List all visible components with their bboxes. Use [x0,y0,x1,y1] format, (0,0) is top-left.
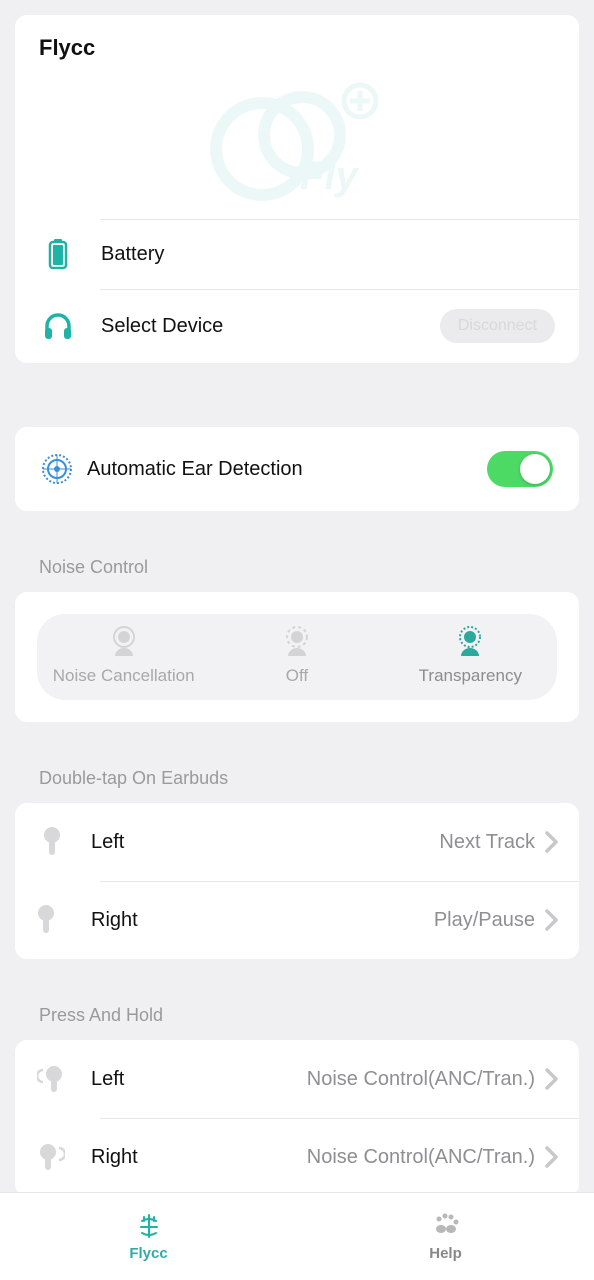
earbud-right-icon [37,905,61,935]
tab-flycc-label: Flycc [129,1245,167,1262]
battery-row[interactable]: Battery [15,219,579,289]
earbud-left-press-icon [37,1064,61,1094]
battery-label: Battery [101,243,555,266]
auto-ear-detection-toggle[interactable] [487,451,553,487]
press-hold-right-row[interactable]: Right Noise Control(ANC/Tran.) [15,1118,579,1192]
chevron-right-icon [545,831,559,853]
noise-cancellation-option[interactable]: Noise Cancellation [37,620,210,694]
transparency-label: Transparency [419,666,522,686]
headphones-icon [43,311,73,341]
noise-control-section-label: Noise Control [15,527,579,592]
noise-off-icon [280,626,314,660]
auto-ear-detection-label: Automatic Ear Detection [87,458,487,481]
tab-flycc[interactable]: Flycc [0,1193,297,1280]
noise-off-option[interactable]: Off [210,620,383,694]
chevron-right-icon [545,1146,559,1168]
double-tap-left-row[interactable]: Left Next Track [15,803,579,881]
noise-cancellation-icon [107,626,141,660]
noise-off-label: Off [286,666,308,686]
press-hold-left-value: Noise Control(ANC/Tran.) [307,1068,535,1091]
press-hold-card: Left Noise Control(ANC/Tran.) Right Nois… [15,1040,579,1192]
double-tap-left-label: Left [91,831,439,854]
double-tap-right-value: Play/Pause [434,909,535,932]
double-tap-card: Left Next Track Right Play/Pause [15,803,579,959]
ear-detection-icon [41,453,73,485]
press-hold-right-value: Noise Control(ANC/Tran.) [307,1146,535,1169]
double-tap-section-label: Double-tap On Earbuds [15,738,579,803]
noise-control-segmented: Noise Cancellation Off [37,614,557,700]
noise-cancellation-label: Noise Cancellation [53,666,195,686]
transparency-icon [453,626,487,660]
help-tab-icon [431,1211,461,1241]
brand-logo: Fly [15,69,579,219]
press-hold-right-label: Right [91,1146,307,1169]
tab-help[interactable]: Help [297,1193,594,1280]
press-hold-left-label: Left [91,1068,307,1091]
bottom-tabbar: Flycc Help [0,1192,594,1280]
press-hold-section-label: Press And Hold [15,975,579,1040]
double-tap-right-label: Right [91,909,434,932]
chevron-right-icon [545,909,559,931]
noise-control-card: Noise Cancellation Off [15,592,579,722]
battery-icon [43,239,73,269]
device-header-card: Flycc Fly Battery [15,15,579,363]
select-device-label: Select Device [101,315,440,338]
app-title: Flycc [15,15,579,69]
tab-help-label: Help [429,1245,462,1262]
chevron-right-icon [545,1068,559,1090]
auto-ear-detection-row: Automatic Ear Detection [15,427,579,511]
double-tap-left-value: Next Track [439,831,535,854]
earbud-right-press-icon [37,1142,61,1172]
disconnect-button[interactable]: Disconnect [440,309,555,343]
press-hold-left-row[interactable]: Left Noise Control(ANC/Tran.) [15,1040,579,1118]
svg-text:Fly: Fly [300,154,360,198]
flycc-tab-icon [134,1211,164,1241]
double-tap-right-row[interactable]: Right Play/Pause [15,881,579,959]
select-device-row[interactable]: Select Device Disconnect [15,289,579,363]
transparency-option[interactable]: Transparency [384,620,557,694]
earbud-left-icon [37,827,61,857]
